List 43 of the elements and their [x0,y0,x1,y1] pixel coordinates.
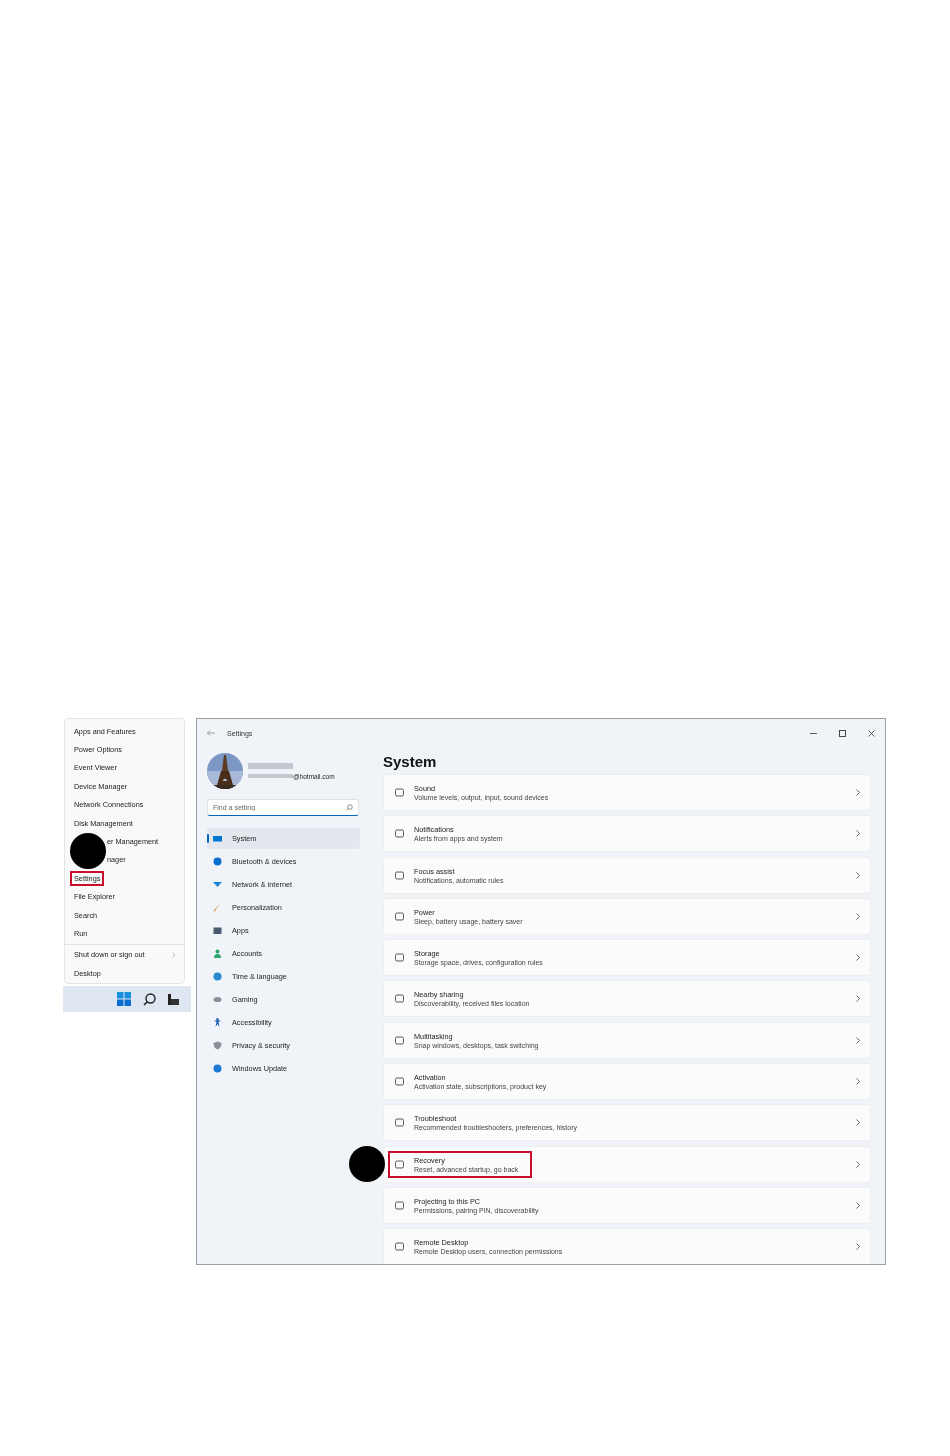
chevron-icon [856,912,860,920]
square-icon [213,925,222,935]
chevron-icon [856,871,860,879]
setting-icon [394,910,405,922]
search-icon [346,804,353,811]
chevron-icon [856,789,860,796]
circle-icon [213,856,222,866]
pad-icon [213,994,222,1004]
circle-icon [213,971,222,981]
close-icon[interactable] [868,729,875,737]
shield-icon [213,1040,222,1050]
setting-icon [394,952,405,964]
page-title: System [383,753,438,770]
setting-icon [394,1034,405,1046]
chevron-icon [856,954,860,962]
setting-icon [394,1158,405,1170]
person-icon [213,948,222,958]
circle-icon [213,1063,222,1073]
chevron-icon [856,1119,860,1127]
task-view-icon[interactable] [168,993,179,1005]
redaction-bar [248,774,293,778]
chevron-icon [856,1243,860,1251]
setting-icon [394,1117,405,1129]
setting-icon [394,828,405,840]
chevron-icon [172,951,176,958]
chevron-icon [856,1036,860,1044]
person2-icon [213,1017,222,1027]
chevron-icon [856,1201,860,1209]
setting-icon [394,1199,405,1211]
search-icon[interactable] [143,992,156,1006]
setting-icon [394,787,405,798]
setting-icon [394,1076,405,1088]
chevron-icon [856,1078,860,1086]
redaction-bar [248,762,293,769]
screen-icon [213,833,222,843]
setting-icon [394,993,405,1005]
setting-icon [394,869,405,881]
chevron-icon [856,830,860,838]
maximize-icon[interactable] [839,729,846,737]
setting-icon [394,1241,405,1253]
chevron-icon [856,1160,860,1168]
chevron-icon [856,995,860,1003]
wifi-icon [213,879,222,889]
